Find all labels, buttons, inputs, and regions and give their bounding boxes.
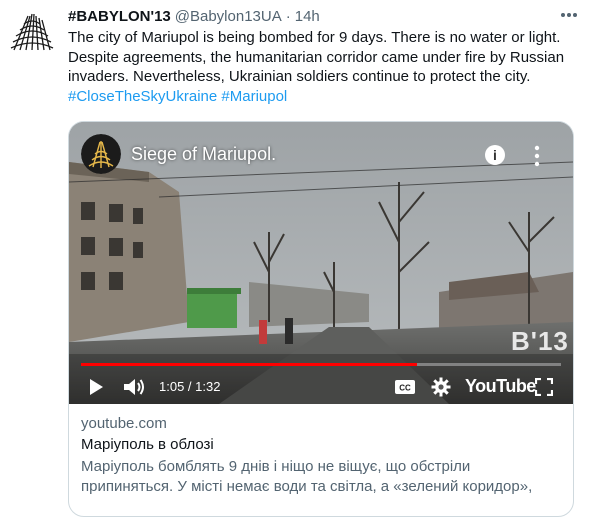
- captions-icon: CC: [395, 380, 415, 394]
- tweet[interactable]: #BABYLON'13 @Babylon13UA · 14h The city …: [0, 0, 594, 528]
- volume-icon: [124, 379, 144, 395]
- timestamp[interactable]: 14h: [295, 8, 320, 25]
- progress-bar[interactable]: [81, 363, 561, 366]
- separator: ·: [285, 7, 291, 25]
- info-button[interactable]: i: [485, 145, 505, 165]
- author-name[interactable]: #BABYLON'13: [68, 8, 171, 25]
- watermark: B'13: [511, 326, 569, 356]
- time-display: 1:05 / 1:32: [159, 379, 221, 394]
- play-icon: [90, 379, 103, 395]
- ellipsis-icon: [561, 13, 577, 17]
- link-card[interactable]: Siege of Mariupol. i B'13 1:05 / 1:32 CC…: [68, 121, 574, 517]
- settings-button[interactable]: [429, 376, 453, 398]
- channel-icon[interactable]: [81, 134, 121, 174]
- captions-button[interactable]: CC: [393, 377, 417, 397]
- avatar[interactable]: [8, 8, 56, 56]
- info-icon: i: [493, 147, 497, 163]
- tweet-header: #BABYLON'13 @Babylon13UA · 14h: [68, 6, 554, 26]
- share-icon: [534, 145, 540, 167]
- card-details[interactable]: youtube.com Маріуполь в облозі Маріуполь…: [69, 404, 573, 507]
- tweet-hashtags[interactable]: #CloseTheSkyUkraine #Mariupol: [68, 88, 287, 105]
- play-button[interactable]: [85, 376, 107, 398]
- gear-icon: [431, 377, 451, 397]
- tweet-body: The city of Mariupol is being bombed for…: [68, 29, 565, 85]
- video-player[interactable]: Siege of Mariupol. i B'13 1:05 / 1:32 CC…: [69, 122, 573, 404]
- fullscreen-icon: [535, 378, 553, 396]
- card-title: Маріуполь в облозі: [81, 436, 214, 453]
- babylon-logo-icon: [10, 13, 54, 51]
- player-controls: 1:05 / 1:32 CC YouTube: [69, 370, 573, 404]
- tweet-text: The city of Mariupol is being bombed for…: [68, 28, 578, 106]
- fullscreen-button[interactable]: [533, 376, 555, 398]
- card-description: Маріуполь бомблять 9 днів і ніщо не віщу…: [81, 458, 533, 495]
- share-button[interactable]: [525, 144, 549, 168]
- volume-button[interactable]: [121, 376, 147, 398]
- author-handle[interactable]: @Babylon13UA: [175, 8, 282, 25]
- youtube-logo[interactable]: YouTube: [465, 376, 536, 397]
- card-domain: youtube.com: [81, 415, 167, 432]
- more-options-button[interactable]: [554, 4, 584, 26]
- video-title[interactable]: Siege of Mariupol.: [131, 144, 276, 165]
- svg-text:CC: CC: [399, 384, 411, 393]
- progress-fill: [81, 363, 417, 366]
